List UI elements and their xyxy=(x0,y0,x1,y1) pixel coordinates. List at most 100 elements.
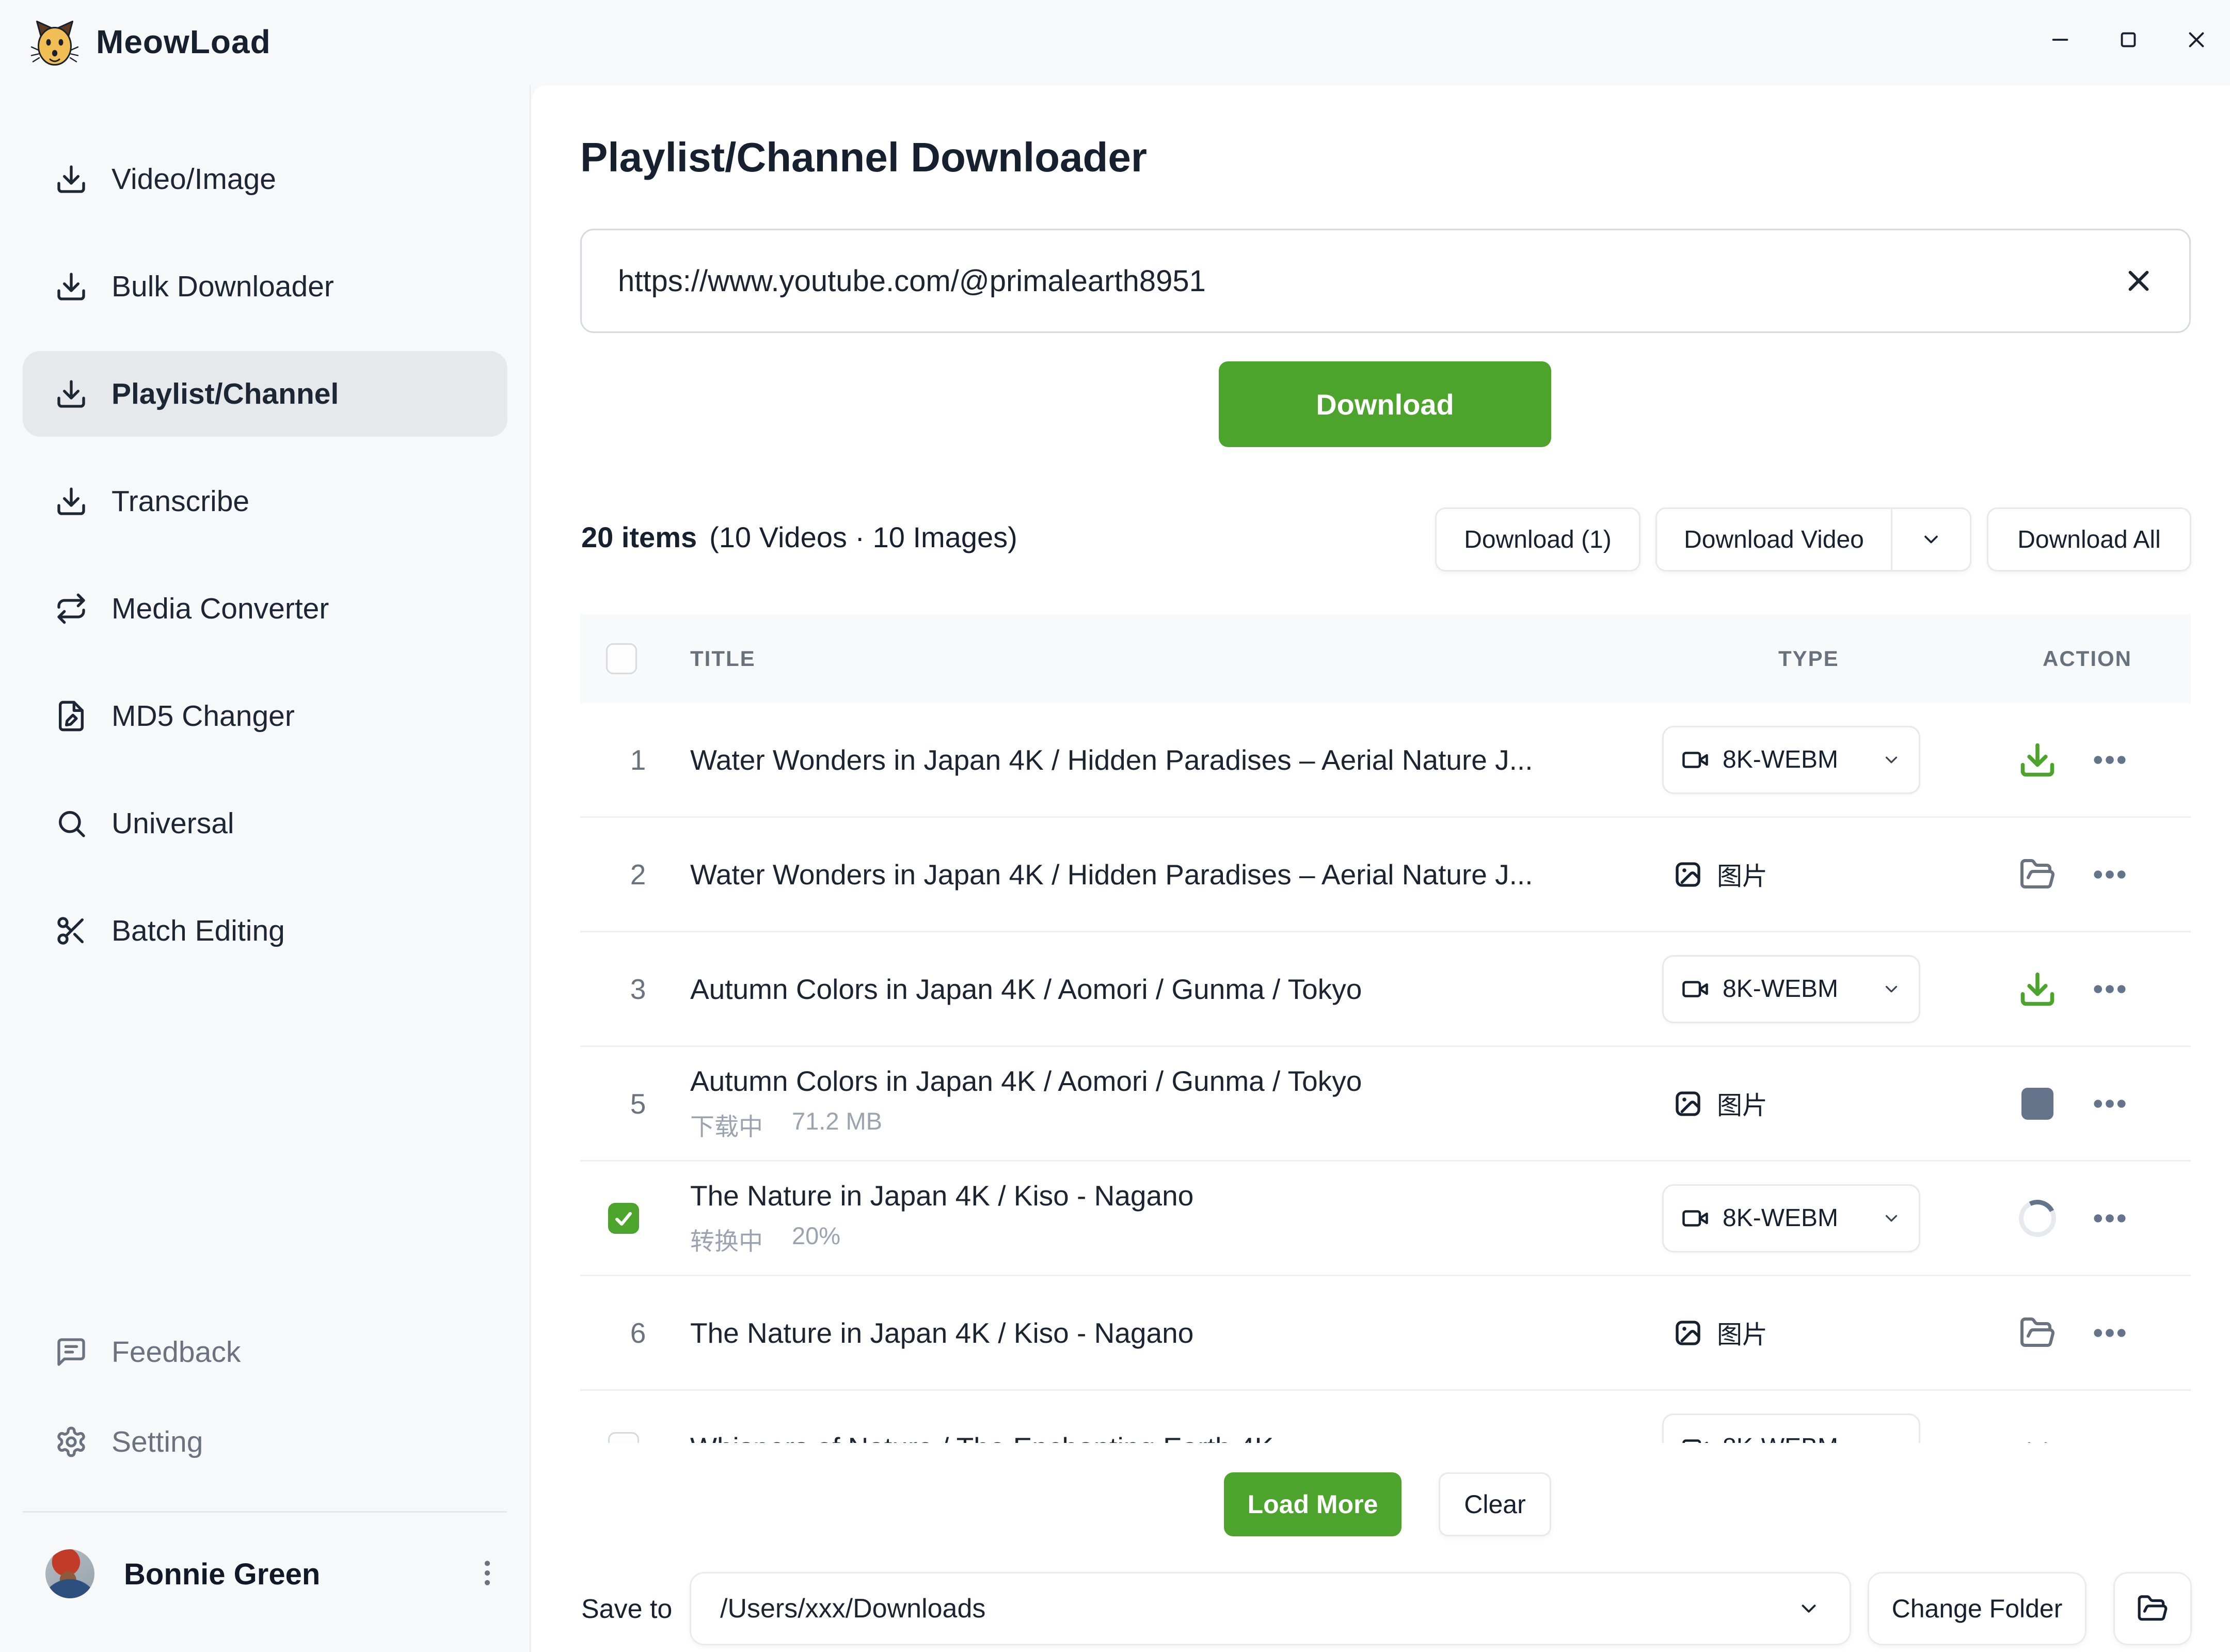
close-icon xyxy=(2185,28,2208,52)
save-to-label: Save to xyxy=(581,1594,672,1625)
more-menu-icon[interactable] xyxy=(2090,1427,2130,1443)
row-title-cell: Water Wonders in Japan 4K / Hidden Parad… xyxy=(690,703,1654,816)
sidebar-item-feedback[interactable]: Feedback xyxy=(23,1309,507,1395)
row-index: 2 xyxy=(606,818,670,931)
table-row: 3Autumn Colors in Japan 4K / Aomori / Gu… xyxy=(580,932,2191,1047)
change-folder-button[interactable]: Change Folder xyxy=(1868,1572,2086,1645)
row-title-cell: Water Wonders in Japan 4K / Hidden Parad… xyxy=(690,818,1654,931)
save-path-value: /Users/xxx/Downloads xyxy=(720,1593,1797,1624)
sidebar-item-playlist-channel[interactable]: Playlist/Channel xyxy=(23,351,507,437)
row-title: Water Wonders in Japan 4K / Hidden Parad… xyxy=(690,743,1654,776)
download-action-icon[interactable] xyxy=(2018,970,2057,1009)
row-title: The Nature in Japan 4K / Kiso - Nagano xyxy=(690,1179,1654,1212)
chevron-down-icon[interactable] xyxy=(2021,1431,2054,1443)
download-icon xyxy=(55,270,88,303)
download-video-split-button[interactable]: Download Video xyxy=(1655,507,1971,571)
sidebar-item-label: MD5 Changer xyxy=(112,699,295,733)
maximize-icon xyxy=(2116,28,2140,52)
row-title-cell: Autumn Colors in Japan 4K / Aomori / Gun… xyxy=(690,1047,1654,1160)
progress-spinner xyxy=(2014,1195,2061,1242)
minimize-button[interactable] xyxy=(2042,22,2078,58)
sidebar-item-setting[interactable]: Setting xyxy=(23,1399,507,1485)
video-icon xyxy=(1681,1204,1709,1232)
row-type-cell: 8K-WEBM xyxy=(1662,932,2003,1045)
search-icon xyxy=(55,807,88,840)
stop-icon[interactable] xyxy=(2021,1088,2053,1120)
select-all-checkbox[interactable] xyxy=(606,643,637,674)
download-all-button[interactable]: Download All xyxy=(1987,507,2191,571)
sidebar-item-batch-editing[interactable]: Batch Editing xyxy=(23,888,507,974)
type-image: 图片 xyxy=(1662,1314,1767,1351)
more-menu-icon[interactable] xyxy=(2090,854,2130,895)
more-menu-icon[interactable] xyxy=(2090,1313,2130,1353)
sidebar-item-media-converter[interactable]: Media Converter xyxy=(23,566,507,652)
open-folder-icon[interactable] xyxy=(2019,856,2056,893)
url-input[interactable]: https://www.youtube.com/@primalearth8951 xyxy=(580,229,2191,333)
download-icon xyxy=(55,163,88,196)
download-button[interactable]: Download xyxy=(1219,361,1551,447)
sidebar-item-universal[interactable]: Universal xyxy=(23,781,507,866)
kebab-menu-icon[interactable] xyxy=(471,1556,504,1590)
row-title: Autumn Colors in Japan 4K / Aomori / Gun… xyxy=(690,1065,1654,1098)
row-action-cell xyxy=(2015,818,2180,931)
download-selected-button[interactable]: Download (1) xyxy=(1435,507,1640,571)
download-action-icon[interactable] xyxy=(2018,740,2057,780)
gear-icon xyxy=(55,1425,88,1458)
open-folder-icon[interactable] xyxy=(2019,1314,2056,1352)
load-more-button[interactable]: Load More xyxy=(1224,1472,1401,1536)
download-video-menu[interactable] xyxy=(1892,509,1970,570)
more-menu-icon[interactable] xyxy=(2090,969,2130,1009)
table-body: 1Water Wonders in Japan 4K / Hidden Para… xyxy=(580,703,2191,1443)
sidebar-item-video-image[interactable]: Video/Image xyxy=(23,136,507,222)
table-row: 2Water Wonders in Japan 4K / Hidden Para… xyxy=(580,818,2191,932)
sidebar-item-md5-changer[interactable]: MD5 Changer xyxy=(23,673,507,759)
table-row: Whispers of Nature / The Enchanting Eart… xyxy=(580,1391,2191,1443)
sidebar-item-transcribe[interactable]: Transcribe xyxy=(23,458,507,544)
table-row: 6The Nature in Japan 4K / Kiso - Nagano图… xyxy=(580,1276,2191,1391)
minimize-icon xyxy=(2048,28,2072,52)
sidebar-item-bulk-downloader[interactable]: Bulk Downloader xyxy=(23,244,507,329)
row-type-cell: 图片 xyxy=(1662,1047,2003,1160)
row-type-cell: 8K-WEBM xyxy=(1662,1162,2003,1275)
format-label: 8K-WEBM xyxy=(1723,745,1838,774)
download-icon xyxy=(55,377,88,410)
table-row: The Nature in Japan 4K / Kiso - Nagano 转换… xyxy=(580,1162,2191,1276)
row-title-cell: Autumn Colors in Japan 4K / Aomori / Gun… xyxy=(690,932,1654,1045)
format-select[interactable]: 8K-WEBM xyxy=(1662,1184,1920,1252)
more-menu-icon[interactable] xyxy=(2090,740,2130,780)
format-select[interactable]: 8K-WEBM xyxy=(1662,1413,1920,1443)
more-menu-icon[interactable] xyxy=(2090,1084,2130,1124)
format-select[interactable]: 8K-WEBM xyxy=(1662,726,1920,794)
clear-button[interactable]: Clear xyxy=(1439,1472,1551,1536)
sidebar-item-label: Bulk Downloader xyxy=(112,269,334,304)
row-status: 转换中 20% xyxy=(690,1221,1654,1257)
app-title: MeowLoad xyxy=(96,23,271,61)
row-checkbox[interactable] xyxy=(608,1432,639,1443)
close-button[interactable] xyxy=(2178,22,2215,58)
row-action-cell xyxy=(2015,932,2180,1045)
row-index: 1 xyxy=(606,703,670,816)
save-path-select[interactable]: /Users/xxx/Downloads xyxy=(690,1572,1851,1645)
check-icon xyxy=(612,1207,635,1230)
row-action-cell xyxy=(2015,703,2180,816)
type-image: 图片 xyxy=(1662,1085,1767,1122)
status-label: 转换中 xyxy=(690,1221,763,1257)
row-checkbox[interactable] xyxy=(608,1203,639,1234)
row-type-cell: 8K-WEBM xyxy=(1662,1391,2003,1443)
status-value: 20% xyxy=(792,1221,840,1257)
sidebar-item-label: Batch Editing xyxy=(112,914,285,948)
format-select[interactable]: 8K-WEBM xyxy=(1662,955,1920,1023)
action-slot xyxy=(2015,970,2060,1009)
download-video-label[interactable]: Download Video xyxy=(1657,509,1891,570)
feedback-icon xyxy=(55,1336,88,1369)
user-profile[interactable]: Bonnie Green xyxy=(0,1549,531,1599)
sidebar-item-label: Feedback xyxy=(112,1335,241,1369)
url-value: https://www.youtube.com/@primalearth8951 xyxy=(618,264,2124,298)
open-folder-button[interactable] xyxy=(2113,1572,2192,1645)
action-slot xyxy=(2015,1088,2060,1120)
chevron-down-icon xyxy=(1882,1438,1901,1443)
sidebar-item-label: Playlist/Channel xyxy=(112,377,339,411)
clear-url-icon[interactable] xyxy=(2124,266,2153,295)
maximize-button[interactable] xyxy=(2110,22,2146,58)
more-menu-icon[interactable] xyxy=(2090,1198,2130,1238)
